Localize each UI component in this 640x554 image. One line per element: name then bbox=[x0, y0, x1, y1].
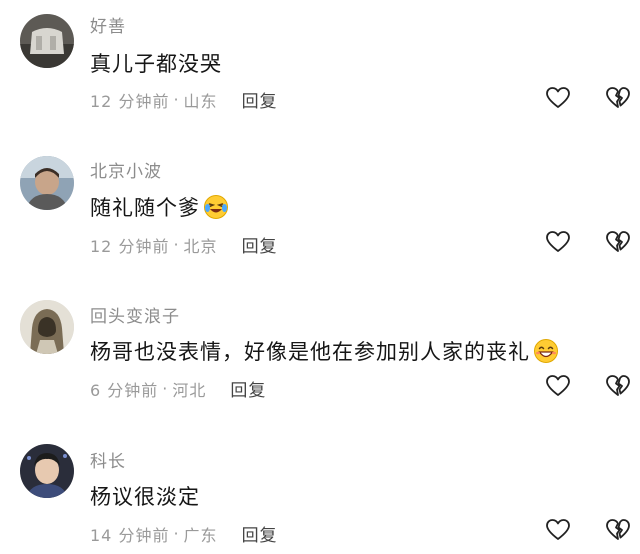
like-button[interactable] bbox=[545, 517, 571, 543]
broken-heart-icon bbox=[606, 375, 630, 396]
heart-icon bbox=[546, 519, 570, 540]
reply-button[interactable]: 回复 bbox=[230, 376, 266, 401]
grinning-emoji-icon bbox=[533, 338, 559, 364]
hooded-figure-avatar-icon bbox=[20, 300, 74, 354]
comment-location: 河北 bbox=[172, 380, 207, 400]
laughing-crying-emoji-icon bbox=[203, 194, 229, 220]
comment-text: 真儿子都没哭 bbox=[90, 48, 222, 78]
comment-text-content: 真儿子都没哭 bbox=[90, 52, 222, 76]
broken-heart-icon bbox=[606, 519, 630, 540]
comment-text: 杨哥也没表情，好像是他在参加别人家的丧礼 bbox=[90, 336, 559, 366]
avatar[interactable] bbox=[20, 156, 74, 210]
meta-separator: · bbox=[173, 524, 180, 543]
comment-text-content: 杨哥也没表情，好像是他在参加别人家的丧礼 bbox=[90, 340, 530, 364]
comment-username[interactable]: 回头变浪子 bbox=[90, 302, 180, 327]
dislike-button[interactable] bbox=[605, 373, 631, 399]
dislike-button[interactable] bbox=[605, 517, 631, 543]
meta-separator: · bbox=[173, 235, 180, 254]
comment-text-content: 杨议很淡定 bbox=[90, 485, 200, 509]
broken-heart-icon bbox=[606, 231, 630, 252]
comment-meta: 12 分钟前 · 山东 回复 bbox=[90, 87, 278, 112]
comment-meta: 12 分钟前 · 北京 回复 bbox=[90, 232, 278, 257]
comment-location: 山东 bbox=[183, 91, 218, 111]
comment-username[interactable]: 科长 bbox=[90, 447, 126, 472]
heart-icon bbox=[546, 231, 570, 252]
comment-time: 6 分钟前 bbox=[90, 380, 159, 400]
avatar[interactable] bbox=[20, 300, 74, 354]
like-button[interactable] bbox=[545, 229, 571, 255]
comment-username[interactable]: 北京小波 bbox=[90, 157, 162, 182]
person-avatar-icon bbox=[20, 156, 74, 210]
comment-meta: 6 分钟前 · 河北 回复 bbox=[90, 376, 266, 401]
comment-location: 广东 bbox=[183, 525, 218, 545]
comment-location: 北京 bbox=[183, 236, 218, 256]
like-button[interactable] bbox=[545, 85, 571, 111]
stone-avatar-icon bbox=[20, 14, 74, 68]
comment-time: 14 分钟前 bbox=[90, 525, 170, 545]
reply-button[interactable]: 回复 bbox=[242, 87, 278, 112]
meta-separator: · bbox=[173, 90, 180, 109]
comment-text: 随礼随个爹 bbox=[90, 192, 229, 222]
avatar[interactable] bbox=[20, 444, 74, 498]
comment-meta: 14 分钟前 · 广东 回复 bbox=[90, 521, 278, 546]
man-portrait-avatar-icon bbox=[20, 444, 74, 498]
comment-username[interactable]: 好善 bbox=[90, 12, 126, 37]
comment-text-content: 随礼随个爹 bbox=[90, 196, 200, 220]
avatar[interactable] bbox=[20, 14, 74, 68]
heart-icon bbox=[546, 87, 570, 108]
like-button[interactable] bbox=[545, 373, 571, 399]
reply-button[interactable]: 回复 bbox=[242, 232, 278, 257]
broken-heart-icon bbox=[606, 87, 630, 108]
reply-button[interactable]: 回复 bbox=[242, 521, 278, 546]
dislike-button[interactable] bbox=[605, 85, 631, 111]
comment-text: 杨议很淡定 bbox=[90, 481, 200, 511]
heart-icon bbox=[546, 375, 570, 396]
dislike-button[interactable] bbox=[605, 229, 631, 255]
meta-separator: · bbox=[162, 379, 169, 398]
comment-time: 12 分钟前 bbox=[90, 236, 170, 256]
comment-time: 12 分钟前 bbox=[90, 91, 170, 111]
